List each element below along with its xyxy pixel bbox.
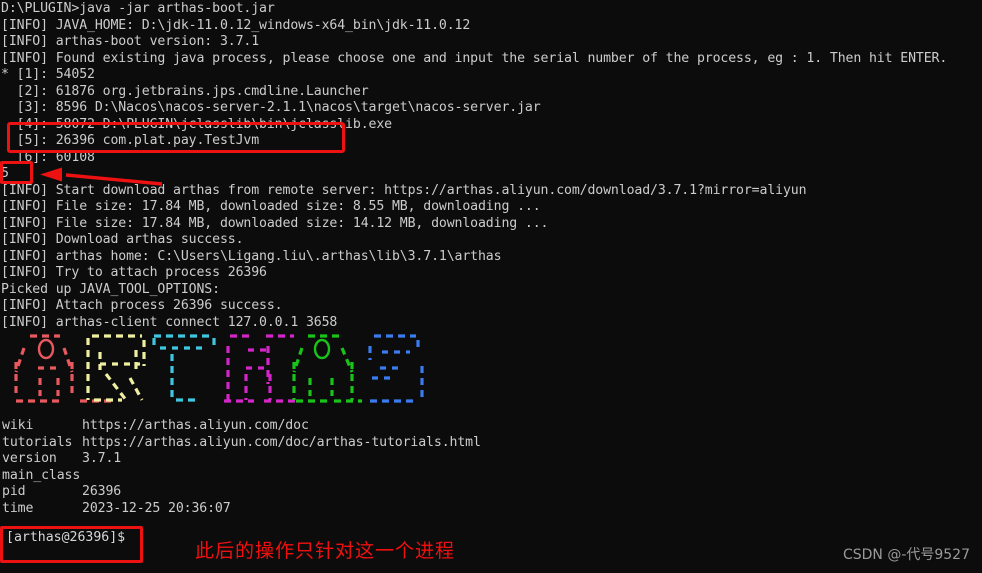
csdn-watermark: CSDN @-代号9527 <box>842 547 970 563</box>
terminal-line: [INFO] File size: 17.84 MB, downloaded s… <box>1 199 541 214</box>
terminal-line: [INFO] Start download arthas from remote… <box>1 182 807 198</box>
info-value: https://arthas.aliyun.com/doc/arthas-tut… <box>82 434 481 450</box>
terminal-line-process-4: [4]: 58072 D:\PLUGIN\jclasslib\bin\jclas… <box>1 116 392 132</box>
terminal-line-process-2: [2]: 61876 org.jetbrains.jps.cmdline.Lau… <box>1 83 369 99</box>
terminal-line-process-5: [5]: 26396 com.plat.pay.TestJvm <box>1 133 260 148</box>
arthas-info-table: wiki https://arthas.aliyun.com/doc tutori… <box>1 418 481 517</box>
arthas-shell-prompt[interactable]: [arthas@26396]$ <box>6 530 125 547</box>
terminal-user-input: 5 <box>1 166 9 181</box>
terminal-line: [INFO] Try to attach process 26396 <box>1 265 267 280</box>
terminal-line: D:\PLUGIN>java -jar arthas-boot.jar <box>1 1 275 16</box>
terminal-line: [INFO] File size: 17.84 MB, downloaded s… <box>1 215 549 231</box>
terminal-line: [INFO] Attach process 26396 success. <box>1 298 283 313</box>
terminal-line-process-6: [6]: 60108 <box>1 149 95 165</box>
info-row-tutorials: tutorials https://arthas.aliyun.com/doc/a… <box>1 435 481 452</box>
info-key: main_class <box>2 467 81 483</box>
terminal-output: D:\PLUGIN>java -jar arthas-boot.jar [INF… <box>0 0 982 331</box>
info-row-time: time 2023-12-25 20:36:07 <box>1 501 481 518</box>
terminal-window: D:\PLUGIN>java -jar arthas-boot.jar [INF… <box>0 0 982 573</box>
info-value: 2023-12-25 20:36:07 <box>82 500 231 516</box>
info-value: 26396 <box>82 484 122 499</box>
terminal-line: [INFO] arthas home: C:\Users\Ligang.liu\… <box>1 248 502 264</box>
info-value: https://arthas.aliyun.com/doc <box>82 418 309 433</box>
info-value: 3.7.1 <box>82 451 122 466</box>
arthas-ascii-banner <box>14 334 424 403</box>
terminal-line: [INFO] Found existing java process, plea… <box>1 50 948 66</box>
terminal-line: [INFO] JAVA_HOME: D:\jdk-11.0.12_windows… <box>1 17 471 33</box>
info-key: wiki <box>2 418 34 433</box>
info-row-version: version 3.7.1 <box>1 451 481 468</box>
info-row-pid: pid 26396 <box>1 484 481 501</box>
info-row-wiki: wiki https://arthas.aliyun.com/doc <box>1 418 481 435</box>
terminal-line-process-1: * [1]: 54052 <box>1 67 95 82</box>
terminal-line: [INFO] Download arthas success. <box>1 232 244 247</box>
terminal-line: [INFO] arthas-boot version: 3.7.1 <box>1 34 260 49</box>
terminal-line: Picked up JAVA_TOOL_OPTIONS: <box>1 281 220 297</box>
info-key: pid <box>2 484 26 499</box>
info-row-main-class: main_class <box>1 468 481 485</box>
terminal-line-process-3: [3]: 8596 D:\Nacos\nacos-server-2.1.1\na… <box>1 100 541 115</box>
info-key: time <box>2 500 34 516</box>
info-key: tutorials <box>2 434 73 450</box>
annotation-note: 此后的操作只针对这一个进程 <box>195 540 456 562</box>
info-key: version <box>2 451 57 466</box>
